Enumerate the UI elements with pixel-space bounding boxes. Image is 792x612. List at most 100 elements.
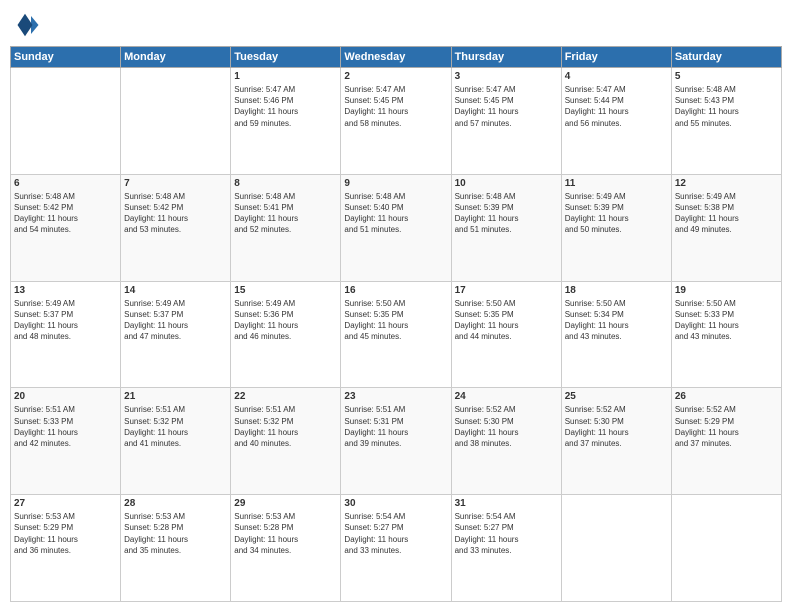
day-number: 19 (675, 285, 778, 296)
calendar-cell: 7 Sunrise: 5:48 AM Sunset: 5:42 PM Daylig… (121, 174, 231, 281)
day-content: Sunrise: 5:47 AM Sunset: 5:44 PM Dayligh… (565, 84, 668, 129)
day-number: 23 (344, 391, 447, 402)
calendar-cell: 5 Sunrise: 5:48 AM Sunset: 5:43 PM Daylig… (671, 68, 781, 175)
day-content: Sunrise: 5:49 AM Sunset: 5:37 PM Dayligh… (14, 298, 117, 343)
day-number: 6 (14, 178, 117, 189)
calendar-week-3: 13 Sunrise: 5:49 AM Sunset: 5:37 PM Dayli… (11, 281, 782, 388)
calendar-cell: 13 Sunrise: 5:49 AM Sunset: 5:37 PM Dayli… (11, 281, 121, 388)
day-content: Sunrise: 5:48 AM Sunset: 5:43 PM Dayligh… (675, 84, 778, 129)
calendar-header-friday: Friday (561, 47, 671, 68)
logo-icon (10, 10, 40, 40)
day-content: Sunrise: 5:52 AM Sunset: 5:30 PM Dayligh… (455, 404, 558, 449)
day-content: Sunrise: 5:52 AM Sunset: 5:29 PM Dayligh… (675, 404, 778, 449)
day-content: Sunrise: 5:53 AM Sunset: 5:29 PM Dayligh… (14, 511, 117, 556)
calendar-cell: 1 Sunrise: 5:47 AM Sunset: 5:46 PM Daylig… (231, 68, 341, 175)
calendar-week-4: 20 Sunrise: 5:51 AM Sunset: 5:33 PM Dayli… (11, 388, 782, 495)
day-content: Sunrise: 5:49 AM Sunset: 5:36 PM Dayligh… (234, 298, 337, 343)
calendar-header-saturday: Saturday (671, 47, 781, 68)
calendar-header-wednesday: Wednesday (341, 47, 451, 68)
day-content: Sunrise: 5:50 AM Sunset: 5:35 PM Dayligh… (455, 298, 558, 343)
day-number: 17 (455, 285, 558, 296)
calendar-header-sunday: Sunday (11, 47, 121, 68)
day-number: 22 (234, 391, 337, 402)
calendar-cell (671, 495, 781, 602)
calendar-cell: 25 Sunrise: 5:52 AM Sunset: 5:30 PM Dayli… (561, 388, 671, 495)
day-number: 4 (565, 71, 668, 82)
calendar-cell: 31 Sunrise: 5:54 AM Sunset: 5:27 PM Dayli… (451, 495, 561, 602)
calendar-header-thursday: Thursday (451, 47, 561, 68)
day-content: Sunrise: 5:49 AM Sunset: 5:37 PM Dayligh… (124, 298, 227, 343)
calendar-cell: 21 Sunrise: 5:51 AM Sunset: 5:32 PM Dayli… (121, 388, 231, 495)
calendar-cell: 22 Sunrise: 5:51 AM Sunset: 5:32 PM Dayli… (231, 388, 341, 495)
calendar-cell: 29 Sunrise: 5:53 AM Sunset: 5:28 PM Dayli… (231, 495, 341, 602)
calendar-cell: 26 Sunrise: 5:52 AM Sunset: 5:29 PM Dayli… (671, 388, 781, 495)
calendar-cell: 27 Sunrise: 5:53 AM Sunset: 5:29 PM Dayli… (11, 495, 121, 602)
day-content: Sunrise: 5:51 AM Sunset: 5:32 PM Dayligh… (234, 404, 337, 449)
day-content: Sunrise: 5:49 AM Sunset: 5:39 PM Dayligh… (565, 191, 668, 236)
day-content: Sunrise: 5:48 AM Sunset: 5:39 PM Dayligh… (455, 191, 558, 236)
calendar-header-monday: Monday (121, 47, 231, 68)
calendar-cell: 8 Sunrise: 5:48 AM Sunset: 5:41 PM Daylig… (231, 174, 341, 281)
day-number: 31 (455, 498, 558, 509)
calendar-cell (11, 68, 121, 175)
day-content: Sunrise: 5:47 AM Sunset: 5:45 PM Dayligh… (455, 84, 558, 129)
day-number: 11 (565, 178, 668, 189)
day-content: Sunrise: 5:48 AM Sunset: 5:42 PM Dayligh… (124, 191, 227, 236)
calendar-cell: 18Sunrise: 5:50 AM Sunset: 5:34 PM Dayli… (561, 281, 671, 388)
calendar-cell: 11 Sunrise: 5:49 AM Sunset: 5:39 PM Dayli… (561, 174, 671, 281)
day-content: Sunrise: 5:48 AM Sunset: 5:41 PM Dayligh… (234, 191, 337, 236)
day-number: 8 (234, 178, 337, 189)
day-content: Sunrise: 5:47 AM Sunset: 5:45 PM Dayligh… (344, 84, 447, 129)
calendar-cell: 16Sunrise: 5:50 AM Sunset: 5:35 PM Dayli… (341, 281, 451, 388)
day-content: Sunrise: 5:51 AM Sunset: 5:33 PM Dayligh… (14, 404, 117, 449)
day-number: 21 (124, 391, 227, 402)
calendar-cell: 3 Sunrise: 5:47 AM Sunset: 5:45 PM Daylig… (451, 68, 561, 175)
day-content: Sunrise: 5:54 AM Sunset: 5:27 PM Dayligh… (344, 511, 447, 556)
calendar-cell: 6 Sunrise: 5:48 AM Sunset: 5:42 PM Daylig… (11, 174, 121, 281)
calendar-cell: 19 Sunrise: 5:50 AM Sunset: 5:33 PM Dayli… (671, 281, 781, 388)
calendar-table: SundayMondayTuesdayWednesdayThursdayFrid… (10, 46, 782, 602)
calendar-header-tuesday: Tuesday (231, 47, 341, 68)
calendar-cell (561, 495, 671, 602)
calendar-cell: 9Sunrise: 5:48 AM Sunset: 5:40 PM Daylig… (341, 174, 451, 281)
calendar-cell: 17 Sunrise: 5:50 AM Sunset: 5:35 PM Dayli… (451, 281, 561, 388)
day-number: 26 (675, 391, 778, 402)
calendar-week-2: 6 Sunrise: 5:48 AM Sunset: 5:42 PM Daylig… (11, 174, 782, 281)
day-content: Sunrise: 5:48 AM Sunset: 5:42 PM Dayligh… (14, 191, 117, 236)
day-number: 18 (565, 285, 668, 296)
calendar-cell: 4 Sunrise: 5:47 AM Sunset: 5:44 PM Daylig… (561, 68, 671, 175)
calendar-cell: 12Sunrise: 5:49 AM Sunset: 5:38 PM Dayli… (671, 174, 781, 281)
day-content: Sunrise: 5:52 AM Sunset: 5:30 PM Dayligh… (565, 404, 668, 449)
calendar-cell: 30Sunrise: 5:54 AM Sunset: 5:27 PM Dayli… (341, 495, 451, 602)
day-content: Sunrise: 5:51 AM Sunset: 5:31 PM Dayligh… (344, 404, 447, 449)
day-number: 5 (675, 71, 778, 82)
day-number: 2 (344, 71, 447, 82)
calendar-cell: 24 Sunrise: 5:52 AM Sunset: 5:30 PM Dayli… (451, 388, 561, 495)
day-number: 24 (455, 391, 558, 402)
day-number: 25 (565, 391, 668, 402)
calendar-cell: 23 Sunrise: 5:51 AM Sunset: 5:31 PM Dayli… (341, 388, 451, 495)
calendar-cell (121, 68, 231, 175)
day-content: Sunrise: 5:54 AM Sunset: 5:27 PM Dayligh… (455, 511, 558, 556)
day-number: 3 (455, 71, 558, 82)
day-content: Sunrise: 5:53 AM Sunset: 5:28 PM Dayligh… (124, 511, 227, 556)
day-content: Sunrise: 5:50 AM Sunset: 5:33 PM Dayligh… (675, 298, 778, 343)
calendar-cell: 2 Sunrise: 5:47 AM Sunset: 5:45 PM Daylig… (341, 68, 451, 175)
header (10, 10, 782, 40)
day-number: 27 (14, 498, 117, 509)
day-number: 13 (14, 285, 117, 296)
calendar-cell: 15Sunrise: 5:49 AM Sunset: 5:36 PM Dayli… (231, 281, 341, 388)
day-content: Sunrise: 5:53 AM Sunset: 5:28 PM Dayligh… (234, 511, 337, 556)
logo (10, 10, 44, 40)
day-content: Sunrise: 5:50 AM Sunset: 5:35 PM Dayligh… (344, 298, 447, 343)
day-content: Sunrise: 5:47 AM Sunset: 5:46 PM Dayligh… (234, 84, 337, 129)
calendar-header-row: SundayMondayTuesdayWednesdayThursdayFrid… (11, 47, 782, 68)
day-number: 1 (234, 71, 337, 82)
calendar-cell: 14Sunrise: 5:49 AM Sunset: 5:37 PM Dayli… (121, 281, 231, 388)
day-number: 7 (124, 178, 227, 189)
day-content: Sunrise: 5:51 AM Sunset: 5:32 PM Dayligh… (124, 404, 227, 449)
day-number: 10 (455, 178, 558, 189)
day-content: Sunrise: 5:48 AM Sunset: 5:40 PM Dayligh… (344, 191, 447, 236)
day-number: 20 (14, 391, 117, 402)
day-number: 29 (234, 498, 337, 509)
